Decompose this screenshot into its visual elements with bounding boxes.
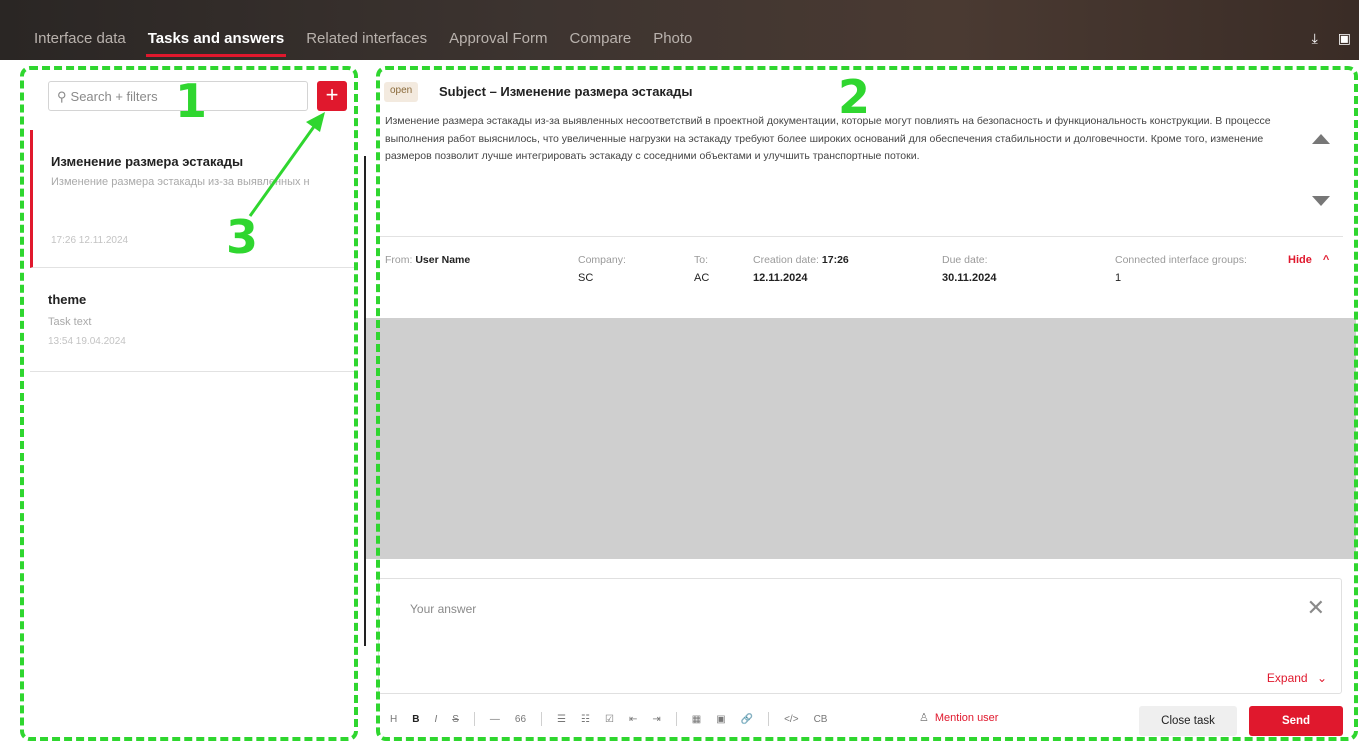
annotation-arrow [248,112,325,217]
